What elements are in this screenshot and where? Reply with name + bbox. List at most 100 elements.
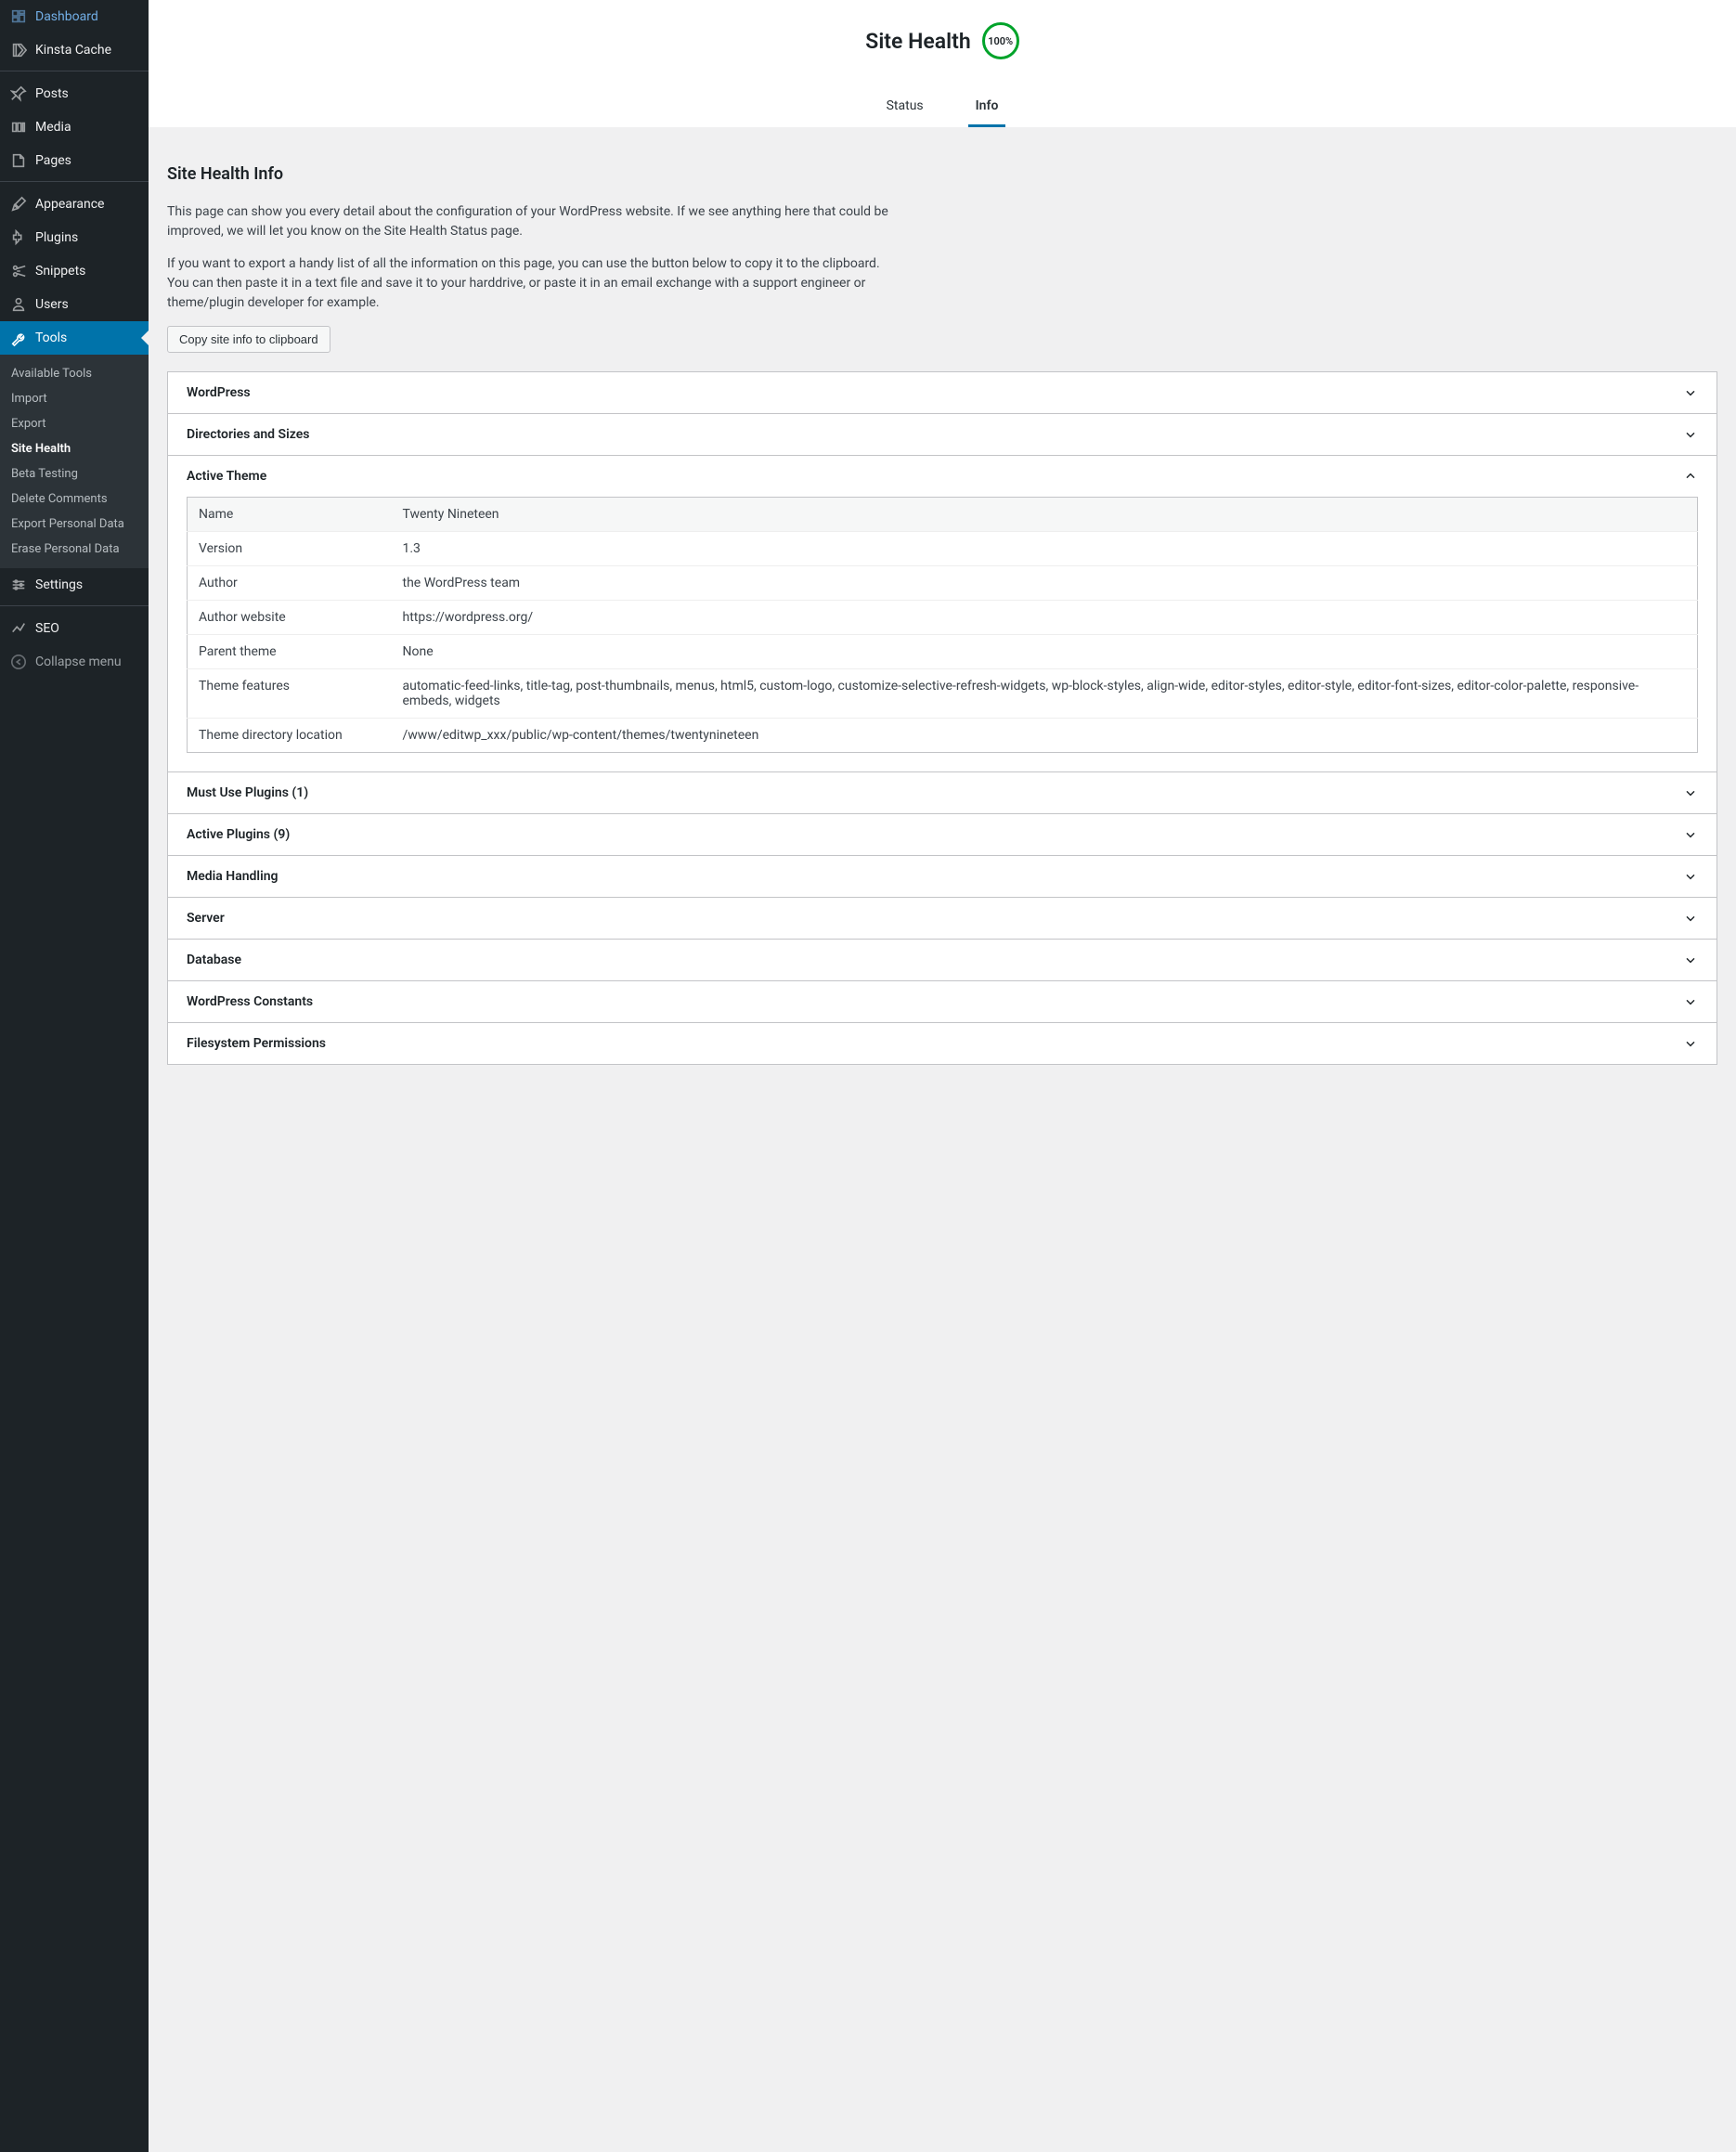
submenu-item-delete-comments[interactable]: Delete Comments bbox=[0, 486, 149, 512]
pages-icon bbox=[9, 151, 28, 170]
menu-item-posts[interactable]: Posts bbox=[0, 77, 149, 110]
collapse-menu-button[interactable]: Collapse menu bbox=[0, 645, 149, 679]
chevron-down-icon bbox=[1683, 953, 1698, 967]
chevron-down-icon bbox=[1683, 785, 1698, 800]
menu-label: Plugins bbox=[35, 230, 78, 245]
row-value: None bbox=[392, 635, 1698, 669]
menu-label: Kinsta Cache bbox=[35, 43, 111, 58]
row-value: /www/editwp_xxx/public/wp-content/themes… bbox=[392, 719, 1698, 753]
menu-item-tools[interactable]: Tools bbox=[0, 321, 149, 355]
table-row: Authorthe WordPress team bbox=[188, 566, 1698, 601]
page-title: Site Health bbox=[865, 29, 970, 54]
info-table: NameTwenty NineteenVersion1.3Authorthe W… bbox=[187, 497, 1698, 753]
menu-label: Tools bbox=[35, 331, 67, 345]
submenu-item-beta-testing[interactable]: Beta Testing bbox=[0, 461, 149, 486]
health-progress-badge: 100% bbox=[982, 22, 1019, 59]
info-accordion: WordPress Directories and Sizes Active The… bbox=[167, 371, 1717, 1065]
row-key: Theme directory location bbox=[188, 719, 392, 753]
chevron-down-icon bbox=[1683, 427, 1698, 442]
menu-item-users[interactable]: Users bbox=[0, 288, 149, 321]
table-row: Author websitehttps://wordpress.org/ bbox=[188, 601, 1698, 635]
chevron-down-icon bbox=[1683, 994, 1698, 1009]
accordion-toggle[interactable]: Directories and Sizes bbox=[168, 414, 1717, 455]
accordion-toggle[interactable]: Active Theme bbox=[168, 456, 1717, 497]
menu-label: Settings bbox=[35, 577, 83, 592]
pin-icon bbox=[9, 84, 28, 103]
accordion-toggle[interactable]: WordPress bbox=[168, 372, 1717, 413]
row-value: Twenty Nineteen bbox=[392, 498, 1698, 532]
section-heading: Site Health Info bbox=[167, 164, 1717, 184]
menu-item-pages[interactable]: Pages bbox=[0, 144, 149, 177]
row-key: Author bbox=[188, 566, 392, 601]
admin-sidebar: Dashboard Kinsta Cache Posts Media Pages Appe… bbox=[0, 0, 149, 2152]
accordion-title: WordPress bbox=[187, 385, 251, 400]
accordion-toggle[interactable]: WordPress Constants bbox=[168, 981, 1717, 1022]
menu-label: Media bbox=[35, 120, 71, 135]
accordion-toggle[interactable]: Must Use Plugins (1) bbox=[168, 772, 1717, 813]
row-key: Author website bbox=[188, 601, 392, 635]
accordion-section-active-theme: Active Theme NameTwenty NineteenVersion1.… bbox=[167, 455, 1717, 771]
menu-item-plugins[interactable]: Plugins bbox=[0, 221, 149, 254]
menu-item-appearance[interactable]: Appearance bbox=[0, 188, 149, 221]
submenu-item-available-tools[interactable]: Available Tools bbox=[0, 361, 149, 386]
submenu-item-import[interactable]: Import bbox=[0, 386, 149, 411]
accordion-body: NameTwenty NineteenVersion1.3Authorthe W… bbox=[168, 497, 1717, 771]
wrench-icon bbox=[9, 329, 28, 347]
plugin-icon bbox=[9, 228, 28, 247]
tab-info[interactable]: Info bbox=[968, 87, 1006, 127]
menu-label: Dashboard bbox=[35, 9, 98, 24]
accordion-toggle[interactable]: Media Handling bbox=[168, 856, 1717, 897]
menu-item-media[interactable]: Media bbox=[0, 110, 149, 144]
collapse-label: Collapse menu bbox=[35, 655, 122, 669]
accordion-title: Server bbox=[187, 911, 225, 926]
submenu-item-export-personal-data[interactable]: Export Personal Data bbox=[0, 512, 149, 537]
tools-submenu: Available ToolsImportExportSite HealthBe… bbox=[0, 355, 149, 568]
accordion-title: Active Plugins (9) bbox=[187, 827, 290, 842]
accordion-section-wordpress: WordPress bbox=[167, 371, 1717, 413]
row-key: Name bbox=[188, 498, 392, 532]
user-icon bbox=[9, 295, 28, 314]
accordion-title: Must Use Plugins (1) bbox=[187, 785, 308, 800]
chevron-down-icon bbox=[1683, 827, 1698, 842]
row-key: Theme features bbox=[188, 669, 392, 719]
tabs: Status Info bbox=[149, 87, 1736, 127]
table-row: Theme directory location/www/editwp_xxx/… bbox=[188, 719, 1698, 753]
accordion-title: Directories and Sizes bbox=[187, 427, 309, 442]
accordion-section-active-plugins-9-: Active Plugins (9) bbox=[167, 813, 1717, 855]
dashboard-icon bbox=[9, 7, 28, 26]
chevron-down-icon bbox=[1683, 385, 1698, 400]
tab-status[interactable]: Status bbox=[879, 87, 931, 127]
submenu-item-export[interactable]: Export bbox=[0, 411, 149, 436]
table-row: Version1.3 bbox=[188, 532, 1698, 566]
accordion-section-wordpress-constants: WordPress Constants bbox=[167, 980, 1717, 1022]
submenu-item-site-health[interactable]: Site Health bbox=[0, 436, 149, 461]
scissors-icon bbox=[9, 262, 28, 280]
menu-item-kinsta-cache[interactable]: Kinsta Cache bbox=[0, 33, 149, 67]
accordion-toggle[interactable]: Active Plugins (9) bbox=[168, 814, 1717, 855]
chevron-down-icon bbox=[1683, 1036, 1698, 1051]
accordion-toggle[interactable]: Filesystem Permissions bbox=[168, 1023, 1717, 1064]
site-health-header: Site Health 100% Status Info bbox=[149, 0, 1736, 127]
menu-label: Users bbox=[35, 297, 69, 312]
row-value: automatic-feed-links, title-tag, post-th… bbox=[392, 669, 1698, 719]
accordion-section-server: Server bbox=[167, 897, 1717, 939]
row-value: the WordPress team bbox=[392, 566, 1698, 601]
menu-item-settings[interactable]: Settings bbox=[0, 568, 149, 602]
media-icon bbox=[9, 118, 28, 136]
row-key: Parent theme bbox=[188, 635, 392, 669]
accordion-toggle[interactable]: Database bbox=[168, 940, 1717, 980]
accordion-section-database: Database bbox=[167, 939, 1717, 980]
copy-site-info-button[interactable]: Copy site info to clipboard bbox=[167, 326, 330, 353]
row-value: 1.3 bbox=[392, 532, 1698, 566]
menu-item-dashboard[interactable]: Dashboard bbox=[0, 0, 149, 33]
table-row: Parent themeNone bbox=[188, 635, 1698, 669]
accordion-section-filesystem-permissions: Filesystem Permissions bbox=[167, 1022, 1717, 1065]
accordion-toggle[interactable]: Server bbox=[168, 898, 1717, 939]
chevron-down-icon bbox=[1683, 911, 1698, 926]
submenu-item-erase-personal-data[interactable]: Erase Personal Data bbox=[0, 537, 149, 562]
accordion-title: Active Theme bbox=[187, 469, 266, 484]
table-row: Theme featuresautomatic-feed-links, titl… bbox=[188, 669, 1698, 719]
collapse-icon bbox=[9, 653, 28, 671]
menu-item-snippets[interactable]: Snippets bbox=[0, 254, 149, 288]
menu-item-seo[interactable]: SEO bbox=[0, 612, 149, 645]
